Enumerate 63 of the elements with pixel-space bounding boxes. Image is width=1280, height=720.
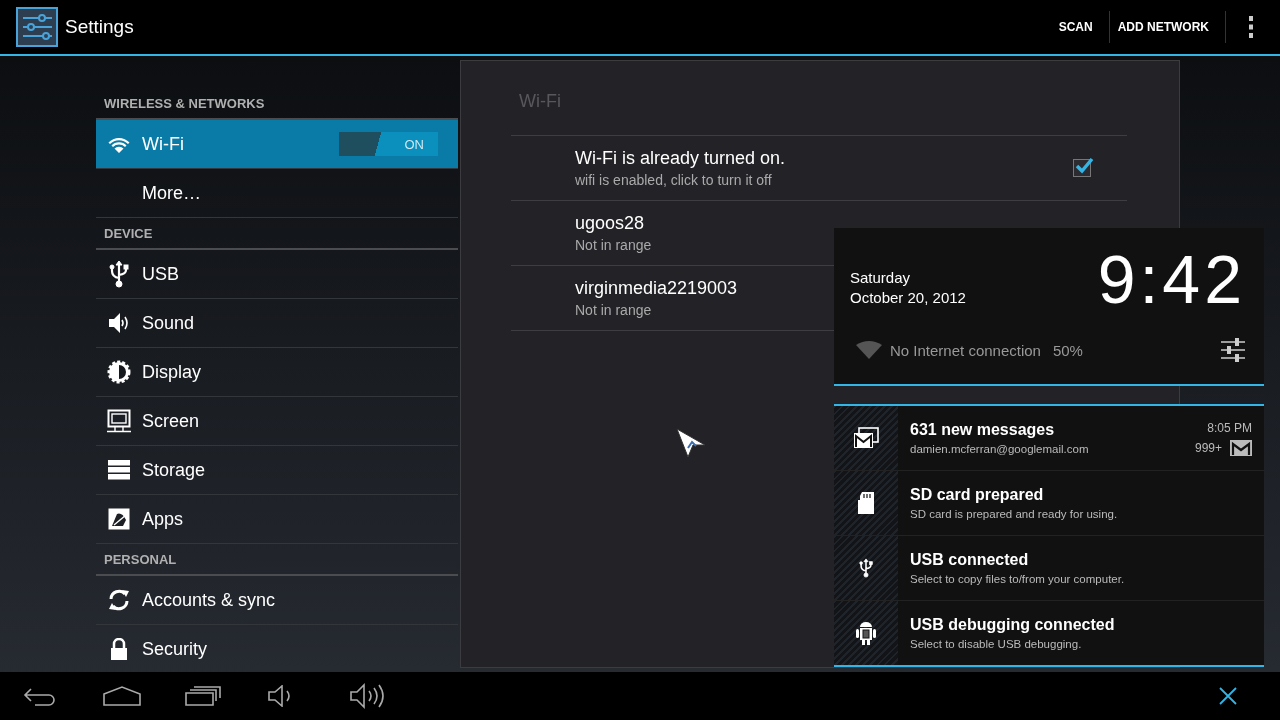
row-title: Wi-Fi is already turned on.: [575, 148, 786, 169]
recent-apps-icon[interactable]: [185, 686, 221, 706]
apps-icon: [108, 508, 130, 530]
settings-item[interactable]: Storage: [96, 446, 458, 495]
settings-sliders-icon[interactable]: [1220, 338, 1246, 362]
notification-item[interactable]: USB debugging connected Select to disable USB debugging.: [834, 601, 1264, 665]
notification-title: USB debugging connected: [910, 616, 1116, 634]
settings-item[interactable]: Display: [96, 348, 458, 397]
date-text: October 20, 2012: [850, 288, 966, 306]
row-title: ugoos28: [575, 213, 645, 234]
day-text: Saturday: [850, 268, 912, 286]
settings-item[interactable]: Apps: [96, 495, 458, 544]
connection-status: No Internet connection: [890, 341, 1041, 359]
row-subtitle: Not in range: [575, 302, 652, 318]
brightness-icon: [107, 360, 131, 384]
settings-item[interactable]: Accounts & sync: [96, 576, 458, 625]
settings-item[interactable]: Wi-Fi ON: [96, 120, 458, 169]
settings-app-icon[interactable]: [16, 7, 58, 47]
close-icon[interactable]: [1219, 687, 1237, 705]
home-icon[interactable]: [103, 686, 141, 706]
pointer-icon: [676, 428, 706, 458]
mail-icon: [1230, 439, 1252, 456]
clock-time: 9:42: [1097, 240, 1246, 318]
battery-level: 50%: [1052, 341, 1084, 359]
sd-card-icon: [858, 492, 874, 514]
settings-item[interactable]: USB: [96, 250, 458, 299]
monitor-icon: [107, 409, 131, 433]
section-header: DEVICE: [96, 218, 458, 250]
row-subtitle: wifi is enabled, click to turn it off: [575, 172, 772, 188]
lock-icon: [109, 638, 129, 660]
notification-title: 631 new messages: [910, 421, 1056, 439]
usb-icon: [109, 260, 129, 288]
notification-item[interactable]: USB connected Select to copy files to/from your computer.: [834, 536, 1264, 601]
row-subtitle: Not in range: [575, 237, 652, 253]
notification-title: USB connected: [910, 551, 1030, 569]
android-icon: [856, 621, 876, 645]
action-button[interactable]: ADD NETWORK: [1109, 7, 1217, 47]
wifi-signal-icon: [856, 341, 882, 359]
row-title: virginmedia2219003: [575, 278, 738, 299]
speaker-icon: [107, 311, 131, 335]
action-button[interactable]: SCAN: [1050, 7, 1101, 47]
sync-icon: [107, 588, 131, 612]
usb-icon: [859, 558, 873, 578]
settings-item[interactable]: Sound: [96, 299, 458, 348]
notification-time: 8:05 PM: [1207, 420, 1252, 435]
back-icon[interactable]: [23, 686, 57, 706]
settings-item[interactable]: More…: [96, 169, 458, 218]
checkbox[interactable]: [1073, 159, 1091, 177]
mail-icon: [853, 427, 879, 449]
section-header: PERSONAL: [96, 544, 458, 576]
storage-icon: [108, 460, 130, 480]
notification-item[interactable]: SD card prepared SD card is prepared and ready for using.: [834, 471, 1264, 536]
notification-text: Select to disable USB debugging.: [910, 638, 1083, 650]
notification-text: damien.mcferran@googlemail.com: [910, 443, 1090, 455]
notification-title: SD card prepared: [910, 486, 1045, 504]
wifi-icon: [107, 135, 131, 153]
notification-count: 999+: [1194, 440, 1222, 455]
notification-text: SD card is prepared and ready for using.: [910, 508, 1119, 520]
overflow-menu-icon[interactable]: [1248, 16, 1254, 38]
settings-item[interactable]: Screen: [96, 397, 458, 446]
notification-item[interactable]: 631 new messages damien.mcferran@googlemail.com 8:05 PM 999+: [834, 406, 1264, 471]
notification-text: Select to copy files to/from your computer.: [910, 573, 1126, 585]
app-title: Settings: [65, 16, 135, 38]
